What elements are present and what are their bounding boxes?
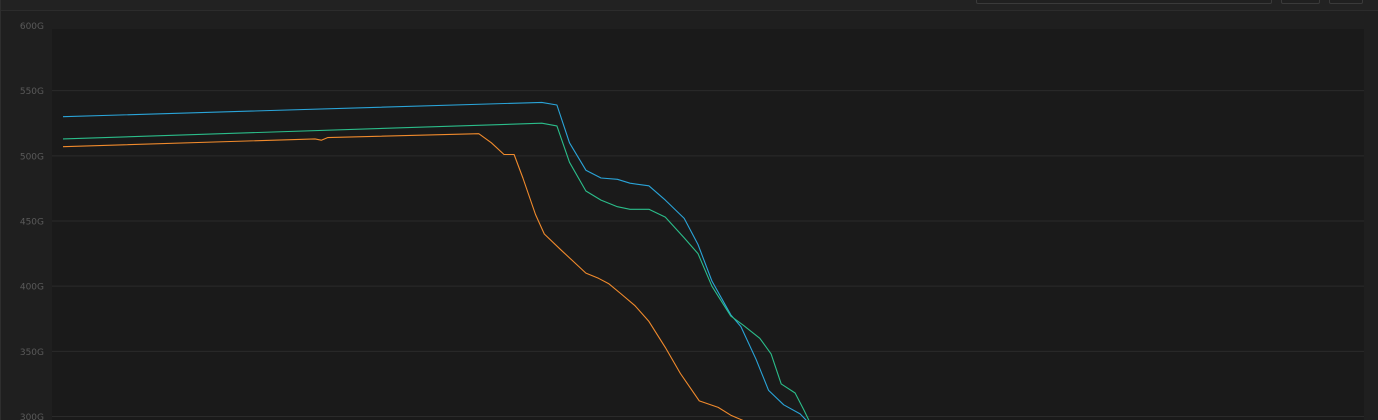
chart-panel: 300G 350G 400G 450G 500G 550G 600G — [0, 0, 1378, 420]
plot-area — [52, 29, 1364, 420]
y-tick-label-350: 350G — [20, 348, 44, 358]
y-tick-label-550: 550G — [20, 87, 44, 97]
y-tick-label-300: 300G — [20, 413, 44, 420]
y-tick-label-600: 600G — [20, 22, 44, 32]
line-chart: 300G 350G 400G 450G 500G 550G 600G — [20, 22, 1364, 420]
y-tick-label-400: 400G — [20, 283, 44, 293]
y-tick-label-500: 500G — [20, 152, 44, 162]
y-tick-label-450: 450G — [20, 218, 44, 228]
